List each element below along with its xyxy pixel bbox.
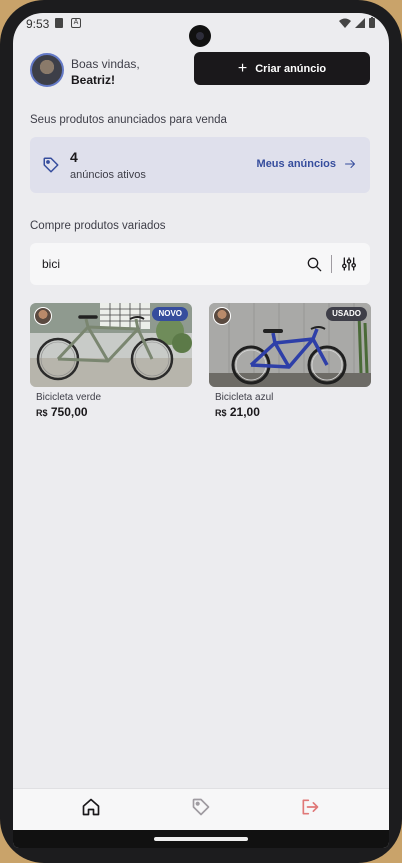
currency: R$ (36, 408, 48, 418)
product-image: USADO (209, 303, 371, 387)
search-bar: bici (30, 243, 370, 285)
condition-badge: USADO (326, 307, 367, 321)
seller-avatar (34, 307, 52, 325)
product-card[interactable]: USADO Bicicleta azul R$ 21,00 (209, 303, 371, 419)
product-name: Bicicleta verde (36, 392, 102, 403)
product-name: Bicicleta azul (215, 392, 274, 403)
product-card[interactable]: NOVO Bicicleta verde R$ 750,00 (30, 303, 192, 419)
tag-icon[interactable] (191, 797, 211, 817)
phone-frame: 9:53 A Boas vindas, Beatriz! + Criar anú… (0, 0, 402, 863)
product-image: NOVO (30, 303, 192, 387)
header: Boas vindas, Beatriz! + Criar anúncio (30, 52, 373, 88)
my-ads-card[interactable]: 4 anúncios ativos Meus anúncios (30, 137, 370, 193)
search-divider (331, 255, 332, 273)
greeting: Boas vindas, (71, 57, 140, 71)
front-camera (189, 25, 211, 47)
create-ad-label: Criar anúncio (255, 62, 327, 75)
notification-a-icon: A (71, 18, 81, 28)
search-icon[interactable] (306, 256, 322, 272)
search-input[interactable]: bici (42, 257, 60, 271)
bottom-navigation (13, 788, 389, 830)
battery-icon (369, 17, 375, 28)
active-ads-count: 4 (70, 149, 78, 165)
sign-out-icon[interactable] (300, 797, 320, 817)
wifi-icon (339, 18, 351, 28)
price-value: 21,00 (229, 405, 260, 419)
shop-section-title: Compre produtos variados (30, 220, 166, 232)
user-avatar[interactable] (30, 53, 64, 87)
condition-badge: NOVO (152, 307, 188, 321)
app-screen: 9:53 A Boas vindas, Beatriz! + Criar anú… (13, 13, 389, 848)
my-ads-link[interactable]: Meus anúncios (257, 158, 356, 170)
seller-avatar (213, 307, 231, 325)
product-price: R$ 21,00 (215, 405, 371, 419)
status-time: 9:53 (26, 17, 50, 31)
home-indicator[interactable] (154, 837, 248, 841)
plus-icon: + (237, 59, 248, 77)
user-name: Beatriz! (71, 73, 116, 87)
my-ads-section-title: Seus produtos anunciados para venda (30, 114, 227, 126)
create-ad-button[interactable]: + Criar anúncio (194, 52, 370, 85)
my-ads-link-label: Meus anúncios (256, 158, 336, 170)
currency: R$ (215, 408, 227, 418)
active-ads-label: anúncios ativos (70, 169, 146, 181)
signal-icon (355, 17, 365, 28)
product-price: R$ 750,00 (36, 405, 192, 419)
home-icon[interactable] (81, 797, 101, 817)
sim-card-icon (55, 18, 63, 28)
status-icons (339, 17, 375, 28)
welcome-text: Boas vindas, Beatriz! (71, 56, 140, 88)
tag-icon (43, 157, 59, 173)
system-nav-bar (13, 830, 389, 848)
price-value: 750,00 (50, 405, 88, 419)
filter-icon[interactable] (341, 256, 357, 272)
arrow-right-icon (345, 160, 355, 168)
